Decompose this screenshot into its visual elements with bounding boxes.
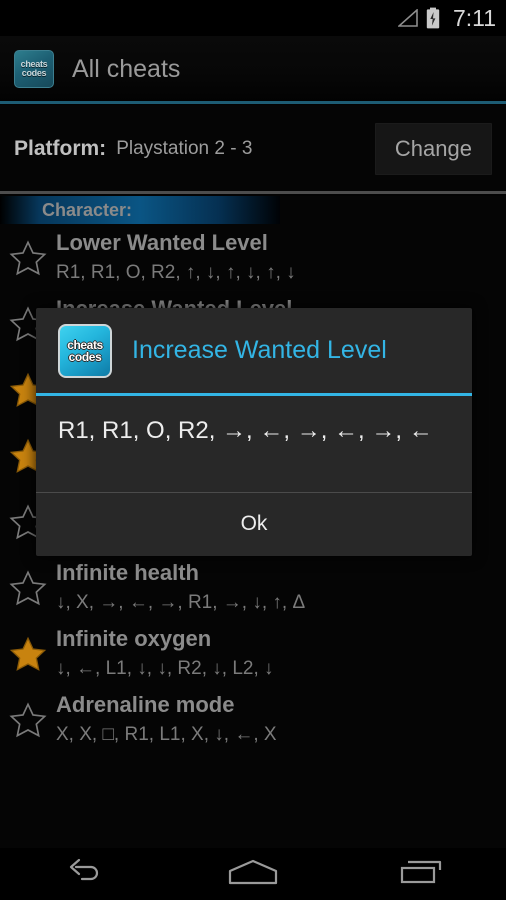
dialog-title: Increase Wanted Level	[132, 336, 387, 364]
action-bar: cheats codes All cheats	[0, 36, 506, 102]
dialog-header: cheats codes Increase Wanted Level	[36, 308, 472, 393]
cheat-name: Adrenaline mode	[56, 692, 235, 717]
star-outline-icon	[9, 570, 47, 606]
dialog-actions: Ok	[36, 493, 472, 555]
cheat-texts: Adrenaline mode X, X, □, R1, L1, X, ↓, ←,…	[56, 692, 506, 748]
dialog-ok-button[interactable]: Ok	[36, 493, 472, 555]
status-bar: 7:11	[0, 0, 506, 36]
cheat-code: X, X, □, R1, L1, X, ↓, ←, X	[56, 724, 277, 745]
platform-divider	[0, 191, 506, 194]
dialog-icon-line1: cheats	[67, 337, 103, 352]
system-navigation-bar	[0, 848, 506, 900]
dialog-body: R1, R1, O, R2, →, ←, →, ←, →, ←	[36, 396, 472, 492]
back-icon	[61, 856, 107, 893]
platform-label: Platform:	[14, 136, 107, 160]
favorite-star-button[interactable]	[0, 692, 56, 740]
status-clock: 7:11	[452, 4, 496, 31]
platform-value: Playstation 2 - 3	[116, 137, 253, 159]
cheat-detail-dialog: cheats codes Increase Wanted Level R1, R…	[36, 308, 472, 556]
cheat-texts: Lower Wanted Level R1, R1, O, R2, ↑, ↓, ↑…	[56, 230, 506, 286]
cheats-codes-app-icon[interactable]: cheats codes	[14, 50, 54, 88]
platform-bar: Platform: Playstation 2 - 3 Change	[0, 105, 506, 192]
cheat-row[interactable]: Infinite health ↓, X, →, ←, →, R1, →, ↓, …	[0, 554, 506, 620]
dialog-icon-line2: codes	[68, 349, 102, 364]
cheat-code: ↓, ←, L1, ↓, ↓, R2, ↓, L2, ↓	[56, 658, 274, 679]
cheat-row[interactable]: Infinite oxygen ↓, ←, L1, ↓, ↓, R2, ↓, L2…	[0, 620, 506, 686]
star-outline-icon	[9, 240, 47, 276]
page-title: All cheats	[72, 54, 181, 83]
star-filled-icon	[9, 636, 47, 671]
favorite-star-button[interactable]	[0, 626, 56, 674]
app-icon-line2: codes	[21, 68, 47, 78]
cheat-row[interactable]: Lower Wanted Level R1, R1, O, R2, ↑, ↓, ↑…	[0, 224, 506, 290]
signal-triangle-icon	[397, 9, 420, 27]
recents-icon	[396, 856, 448, 893]
cheat-name: Infinite health	[56, 560, 199, 585]
back-button[interactable]	[29, 848, 139, 900]
home-button[interactable]	[198, 848, 308, 900]
cheat-name: Lower Wanted Level	[56, 230, 268, 255]
battery-charging-icon	[426, 7, 440, 29]
app-screen: 7:11 cheats codes All cheats Platform: P…	[0, 0, 506, 900]
cheat-texts: Infinite health ↓, X, →, ←, →, R1, →, ↓, …	[56, 560, 506, 616]
cheat-row[interactable]: Adrenaline mode X, X, □, R1, L1, X, ↓, ←,…	[0, 686, 506, 752]
status-icons: 7:11	[397, 4, 496, 31]
cheat-code: R1, R1, O, R2, ↑, ↓, ↑, ↓, ↑, ↓	[56, 262, 296, 283]
favorite-star-button[interactable]	[0, 230, 56, 278]
recents-button[interactable]	[367, 848, 477, 900]
dialog-body-text: R1, R1, O, R2, →, ←, →, ←, →, ←	[58, 417, 433, 444]
section-header-character: Character:	[0, 196, 280, 224]
cheats-codes-dialog-icon: cheats codes	[58, 323, 112, 378]
home-icon	[224, 856, 282, 893]
action-bar-underline	[0, 101, 506, 104]
cheat-code: ↓, X, →, ←, →, R1, →, ↓, ↑, Δ	[56, 592, 306, 613]
star-outline-icon	[9, 702, 47, 738]
cheat-name: Infinite oxygen	[56, 626, 212, 651]
cheat-texts: Infinite oxygen ↓, ←, L1, ↓, ↓, R2, ↓, L2…	[56, 626, 506, 682]
section-header-label: Character:	[42, 199, 133, 220]
change-platform-button[interactable]: Change	[374, 122, 492, 175]
favorite-star-button[interactable]	[0, 560, 56, 608]
